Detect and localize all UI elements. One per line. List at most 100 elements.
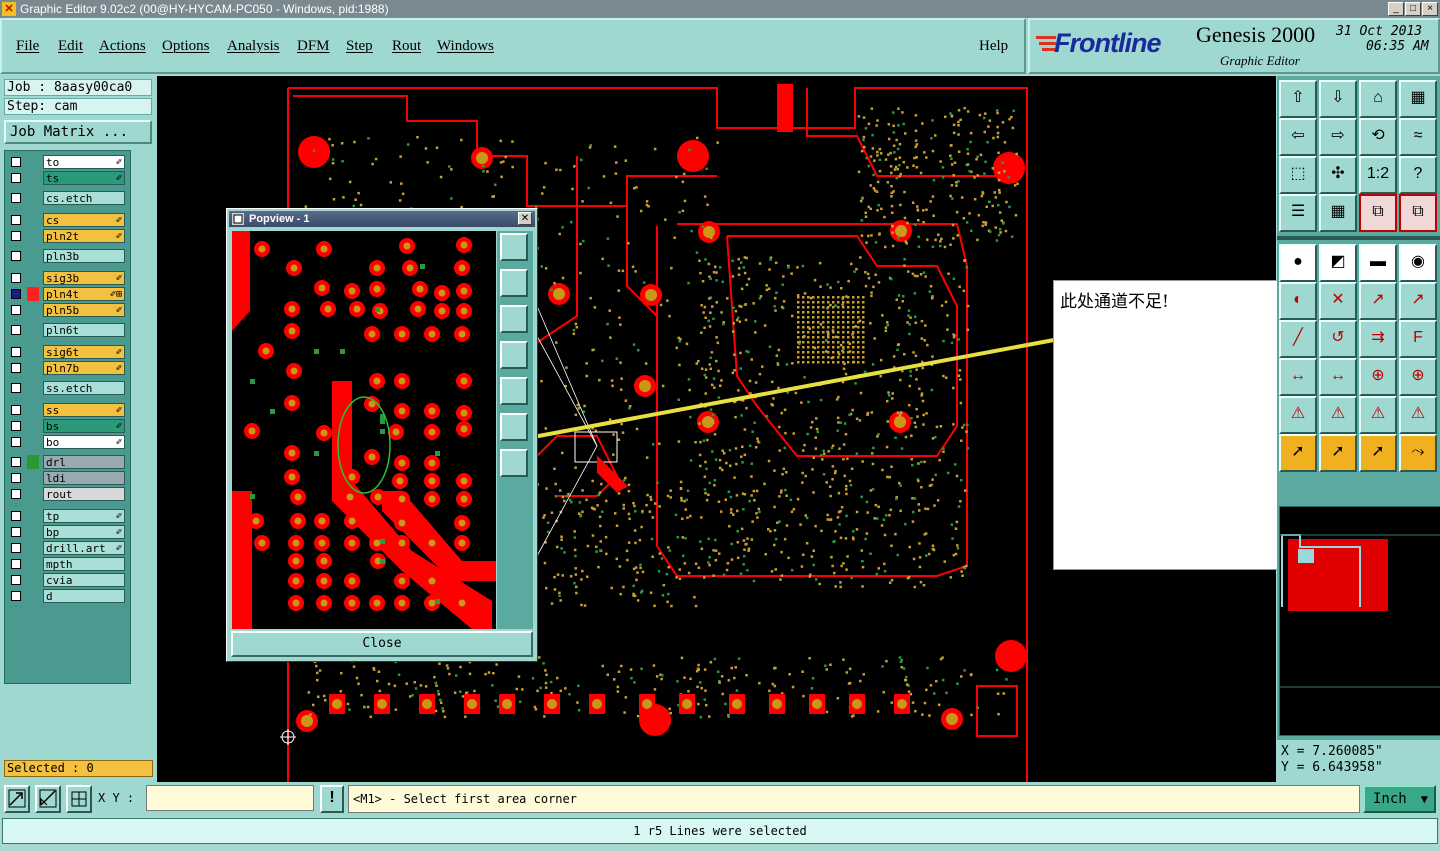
layer-row-pln5b[interactable]: pln5b ✐ (7, 303, 128, 317)
layer-row-drl[interactable]: drl (7, 455, 128, 469)
layer-row-bo[interactable]: bo ✐ (7, 435, 128, 449)
layer-name[interactable]: sig3b ✐ (43, 271, 125, 285)
layer-row-pln7b[interactable]: pln7b ✐ (7, 361, 128, 375)
zoom-in-icon[interactable]: ⇩ (1319, 80, 1357, 118)
popview-titlebar[interactable]: Popview - 1 ✕ (229, 211, 535, 227)
move-icon[interactable]: ↗ (1359, 282, 1397, 320)
layer-select-icon[interactable]: ⧉ (1359, 194, 1397, 232)
menu-step[interactable]: Step (346, 38, 373, 55)
pv-center-icon[interactable] (500, 449, 528, 477)
layer-name[interactable]: bp ✐ (43, 525, 125, 539)
menu-actions[interactable]: Actions (99, 38, 146, 55)
split-view-icon[interactable]: ▦ (1399, 80, 1437, 118)
layer-row-sig6t[interactable]: sig6t ✐ (7, 345, 128, 359)
redline-icon[interactable]: ◩ (1319, 244, 1357, 282)
layer-name[interactable]: pln3b (43, 249, 125, 263)
layer-name[interactable]: ldi (43, 471, 125, 485)
layer-name[interactable]: drill.art ✐ (43, 541, 125, 555)
xy-input[interactable] (146, 785, 314, 811)
layer-checkbox[interactable] (11, 489, 21, 499)
layer-row-cs[interactable]: cs ✐ (7, 213, 128, 227)
feature-icon[interactable]: ◉ (1399, 244, 1437, 282)
layer-name[interactable]: cs ✐ (43, 213, 125, 227)
layer-checkbox[interactable] (11, 527, 21, 537)
text-icon[interactable]: F (1399, 320, 1437, 358)
layer-checkbox[interactable] (11, 421, 21, 431)
triangle-c-icon[interactable]: ⚠ (1359, 396, 1397, 434)
layer-checkbox[interactable] (11, 363, 21, 373)
layer-name[interactable]: pln2t ✐ (43, 229, 125, 243)
popview-close-button[interactable]: Close (231, 631, 533, 657)
minimize-button[interactable]: _ (1388, 2, 1404, 16)
wave-icon[interactable]: ≈ (1399, 118, 1437, 156)
layer-name[interactable]: mpth (43, 557, 125, 571)
layer-row-cs-etch[interactable]: cs.etch (7, 191, 128, 205)
layer-row-mpth[interactable]: mpth (7, 557, 128, 571)
copy-icon[interactable]: ↗ (1399, 282, 1437, 320)
layer-checkbox[interactable] (11, 511, 21, 521)
menu-help[interactable]: Help (979, 38, 1008, 55)
pv-zoom-in-icon[interactable] (500, 269, 528, 297)
layer-name[interactable]: ss.etch (43, 381, 125, 395)
layer-row-ts[interactable]: ts ✐ (7, 171, 128, 185)
layer-row-cvia[interactable]: cvia (7, 573, 128, 587)
layer-checkbox[interactable] (11, 347, 21, 357)
line-draw-icon[interactable]: ↺ (1319, 320, 1357, 358)
layer-row-pln2t[interactable]: pln2t ✐ (7, 229, 128, 243)
home-icon[interactable]: ⌂ (1359, 80, 1397, 118)
layer-name[interactable]: sig6t ✐ (43, 345, 125, 359)
dimension-icon[interactable]: ⊕ (1359, 358, 1397, 396)
layer-checkbox[interactable] (11, 575, 21, 585)
line-icon[interactable]: ╱ (1279, 320, 1317, 358)
snap-icon[interactable]: ⟲ (1359, 118, 1397, 156)
layer-row-ss[interactable]: ss ✐ (7, 403, 128, 417)
layer-name[interactable]: pln7b ✐ (43, 361, 125, 375)
pad-icon[interactable]: ◐ (1279, 282, 1317, 320)
cross-icon[interactable]: ✕ (1319, 282, 1357, 320)
layer-name[interactable]: drl (43, 455, 125, 469)
layer-name[interactable]: cvia (43, 573, 125, 587)
select-icon[interactable]: ● (1279, 244, 1317, 282)
measure-bar-icon[interactable]: ↔ (1319, 358, 1357, 396)
units-selector[interactable]: Inch ▼ (1363, 785, 1436, 813)
layer-name[interactable]: d (43, 589, 125, 603)
pv-zoom-home-icon[interactable] (500, 233, 528, 261)
arc-icon[interactable]: ⇉ (1359, 320, 1397, 358)
triangle-b-icon[interactable]: ⚠ (1319, 396, 1357, 434)
zoom-area-icon[interactable] (4, 785, 30, 813)
zoom-home-icon[interactable]: ⇧ (1279, 80, 1317, 118)
layer-row-pln3b[interactable]: pln3b (7, 249, 128, 263)
layer-checkbox[interactable] (11, 591, 21, 601)
triangle-d-icon[interactable]: ⚠ (1399, 396, 1437, 434)
layer-row-pln4t[interactable]: pln4t ✐⊞ (7, 287, 128, 301)
alert-icon[interactable]: ! (320, 785, 344, 813)
pv-pan-right-icon[interactable] (500, 377, 528, 405)
pan-right-icon[interactable]: ⇨ (1319, 118, 1357, 156)
layer-checkbox[interactable] (11, 215, 21, 225)
menu-options[interactable]: Options (162, 38, 210, 55)
pv-zoom-out-icon[interactable] (500, 305, 528, 333)
popview-zoom-view[interactable] (232, 231, 496, 629)
filter-icon[interactable]: ☰ (1279, 194, 1317, 232)
layer-checkbox[interactable] (11, 173, 21, 183)
layer-checkbox[interactable] (11, 405, 21, 415)
layer-checkbox[interactable] (11, 231, 21, 241)
layer-row-bs[interactable]: bs ✐ (7, 419, 128, 433)
layer-checkbox[interactable] (11, 325, 21, 335)
layer-checkbox[interactable] (11, 289, 21, 299)
layer-row-sig3b[interactable]: sig3b ✐ (7, 271, 128, 285)
layer-name[interactable]: pln6t (43, 323, 125, 337)
grid-snap-icon[interactable] (66, 785, 92, 813)
layer-name[interactable]: rout (43, 487, 125, 501)
layer-checkbox[interactable] (11, 473, 21, 483)
menu-edit[interactable]: Edit (58, 38, 83, 55)
layer-checkbox[interactable] (11, 559, 21, 569)
layer-checkbox[interactable] (11, 437, 21, 447)
layer-checkbox[interactable] (11, 251, 21, 261)
layer-row-tp[interactable]: tp ✐ (7, 509, 128, 523)
layer-row-to[interactable]: to ✐ (7, 155, 128, 169)
layer-row-ss-etch[interactable]: ss.etch (7, 381, 128, 395)
layer-name[interactable]: pln5b ✐ (43, 303, 125, 317)
measure-icon[interactable] (35, 785, 61, 813)
layer-name[interactable]: bo ✐ (43, 435, 125, 449)
